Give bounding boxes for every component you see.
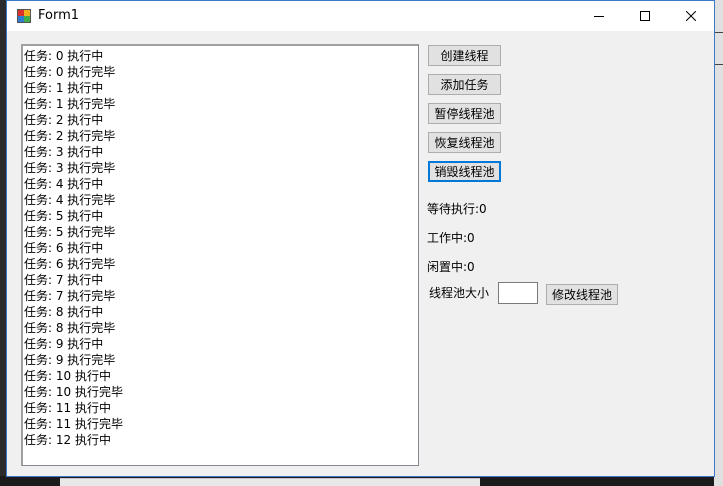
list-item[interactable]: 任务: 3 执行完毕	[24, 160, 418, 176]
list-item[interactable]: 任务: 0 执行完毕	[24, 64, 418, 80]
background-window-line	[714, 32, 723, 33]
waiting-count-label: 等待执行:0	[427, 202, 487, 216]
list-item[interactable]: 任务: 8 执行中	[24, 304, 418, 320]
desktop-background-bottom	[0, 476, 723, 486]
minimize-button[interactable]	[576, 1, 622, 31]
resume-pool-button[interactable]: 恢复线程池	[428, 132, 501, 153]
list-item[interactable]: 任务: 1 执行中	[24, 80, 418, 96]
list-item[interactable]: 任务: 3 执行中	[24, 144, 418, 160]
list-item[interactable]: 任务: 8 执行完毕	[24, 320, 418, 336]
list-item[interactable]: 任务: 7 执行完毕	[24, 288, 418, 304]
list-item[interactable]: 任务: 10 执行完毕	[24, 384, 418, 400]
list-item[interactable]: 任务: 4 执行完毕	[24, 192, 418, 208]
list-item[interactable]: 任务: 5 执行中	[24, 208, 418, 224]
list-item[interactable]: 任务: 9 执行中	[24, 336, 418, 352]
pool-size-label: 线程池大小	[429, 286, 490, 300]
add-task-button[interactable]: 添加任务	[428, 74, 501, 95]
list-item[interactable]: 任务: 1 执行完毕	[24, 96, 418, 112]
window-title: Form1	[38, 8, 80, 23]
close-button[interactable]	[668, 1, 714, 31]
background-window-edge	[60, 478, 480, 486]
create-thread-button[interactable]: 创建线程	[428, 45, 501, 66]
list-item[interactable]: 任务: 2 执行中	[24, 112, 418, 128]
list-item[interactable]: 任务: 5 执行完毕	[24, 224, 418, 240]
list-item[interactable]: 任务: 9 执行完毕	[24, 352, 418, 368]
pool-size-input[interactable]	[498, 282, 538, 304]
form-app-icon	[17, 9, 31, 23]
list-item[interactable]: 任务: 12 执行中	[24, 432, 418, 448]
idle-count-label: 闲置中:0	[427, 260, 475, 274]
list-item[interactable]: 任务: 0 执行中	[24, 48, 418, 64]
list-item[interactable]: 任务: 2 执行完毕	[24, 128, 418, 144]
maximize-button[interactable]	[622, 1, 668, 31]
form-window: Form1 任务: 0 执行中 任务: 0 执行完毕 任务: 1 执行中 任务:…	[6, 0, 715, 477]
list-item[interactable]: 任务: 4 执行中	[24, 176, 418, 192]
list-item[interactable]: 任务: 11 执行中	[24, 400, 418, 416]
maximize-icon	[640, 11, 650, 21]
pause-pool-button[interactable]: 暂停线程池	[428, 103, 501, 124]
list-item[interactable]: 任务: 6 执行中	[24, 240, 418, 256]
list-item[interactable]: 任务: 7 执行中	[24, 272, 418, 288]
modify-pool-button[interactable]: 修改线程池	[546, 284, 618, 305]
minimize-icon	[594, 16, 604, 17]
list-item[interactable]: 任务: 6 执行完毕	[24, 256, 418, 272]
desktop-background-right	[714, 0, 723, 486]
destroy-pool-button[interactable]: 销毁线程池	[428, 161, 501, 182]
task-log-listbox[interactable]: 任务: 0 执行中 任务: 0 执行完毕 任务: 1 执行中 任务: 1 执行完…	[21, 44, 419, 466]
background-window-line	[714, 64, 723, 65]
title-bar[interactable]: Form1	[7, 1, 714, 31]
working-count-label: 工作中:0	[427, 231, 475, 245]
close-icon	[686, 11, 696, 21]
list-item[interactable]: 任务: 11 执行完毕	[24, 416, 418, 432]
list-item[interactable]: 任务: 10 执行中	[24, 368, 418, 384]
